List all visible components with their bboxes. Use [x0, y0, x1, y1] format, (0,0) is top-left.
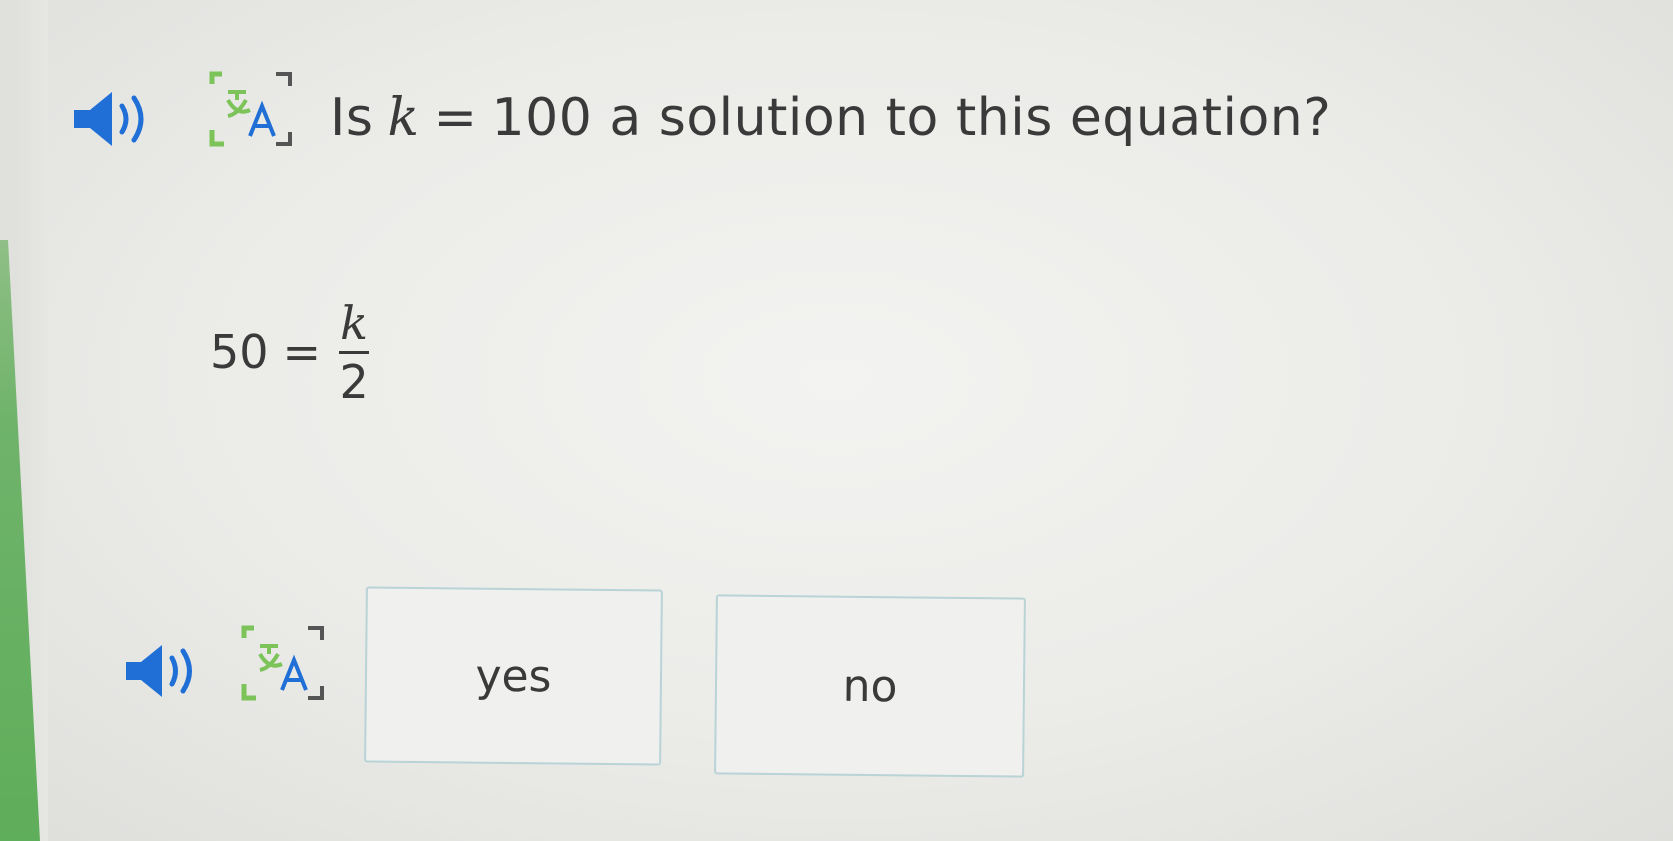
- fraction-bar: [339, 350, 370, 354]
- question-variable: k: [387, 88, 420, 148]
- question-value: 100: [491, 88, 593, 148]
- question-text: Is k = 100 a solution to this equation?: [330, 86, 1331, 150]
- page: Is k = 100 a solution to this equation? 50 …: [0, 0, 1673, 841]
- choice-no-button[interactable]: no: [714, 594, 1026, 778]
- translate-icon-choices[interactable]: [238, 624, 330, 704]
- question-suffix: a solution to this equation?: [609, 88, 1332, 148]
- question-equals: =: [433, 88, 478, 148]
- equation: 50 = k 2: [210, 287, 370, 417]
- fraction-denominator: 2: [339, 354, 369, 409]
- choice-yes-button[interactable]: yes: [364, 586, 663, 766]
- green-side-bar: [0, 240, 40, 841]
- fraction-numerator: k: [340, 295, 369, 350]
- speaker-icon-choices[interactable]: [122, 642, 212, 700]
- equation-equals: =: [282, 325, 322, 379]
- speaker-icon[interactable]: [70, 88, 166, 150]
- choice-no-label: no: [842, 660, 898, 712]
- equation-lhs: 50: [210, 325, 269, 379]
- question-prefix: Is: [330, 88, 374, 148]
- fraction: k 2: [339, 295, 370, 409]
- left-edge: [0, 0, 48, 841]
- translate-icon[interactable]: [206, 70, 298, 150]
- choice-yes-label: yes: [475, 650, 552, 702]
